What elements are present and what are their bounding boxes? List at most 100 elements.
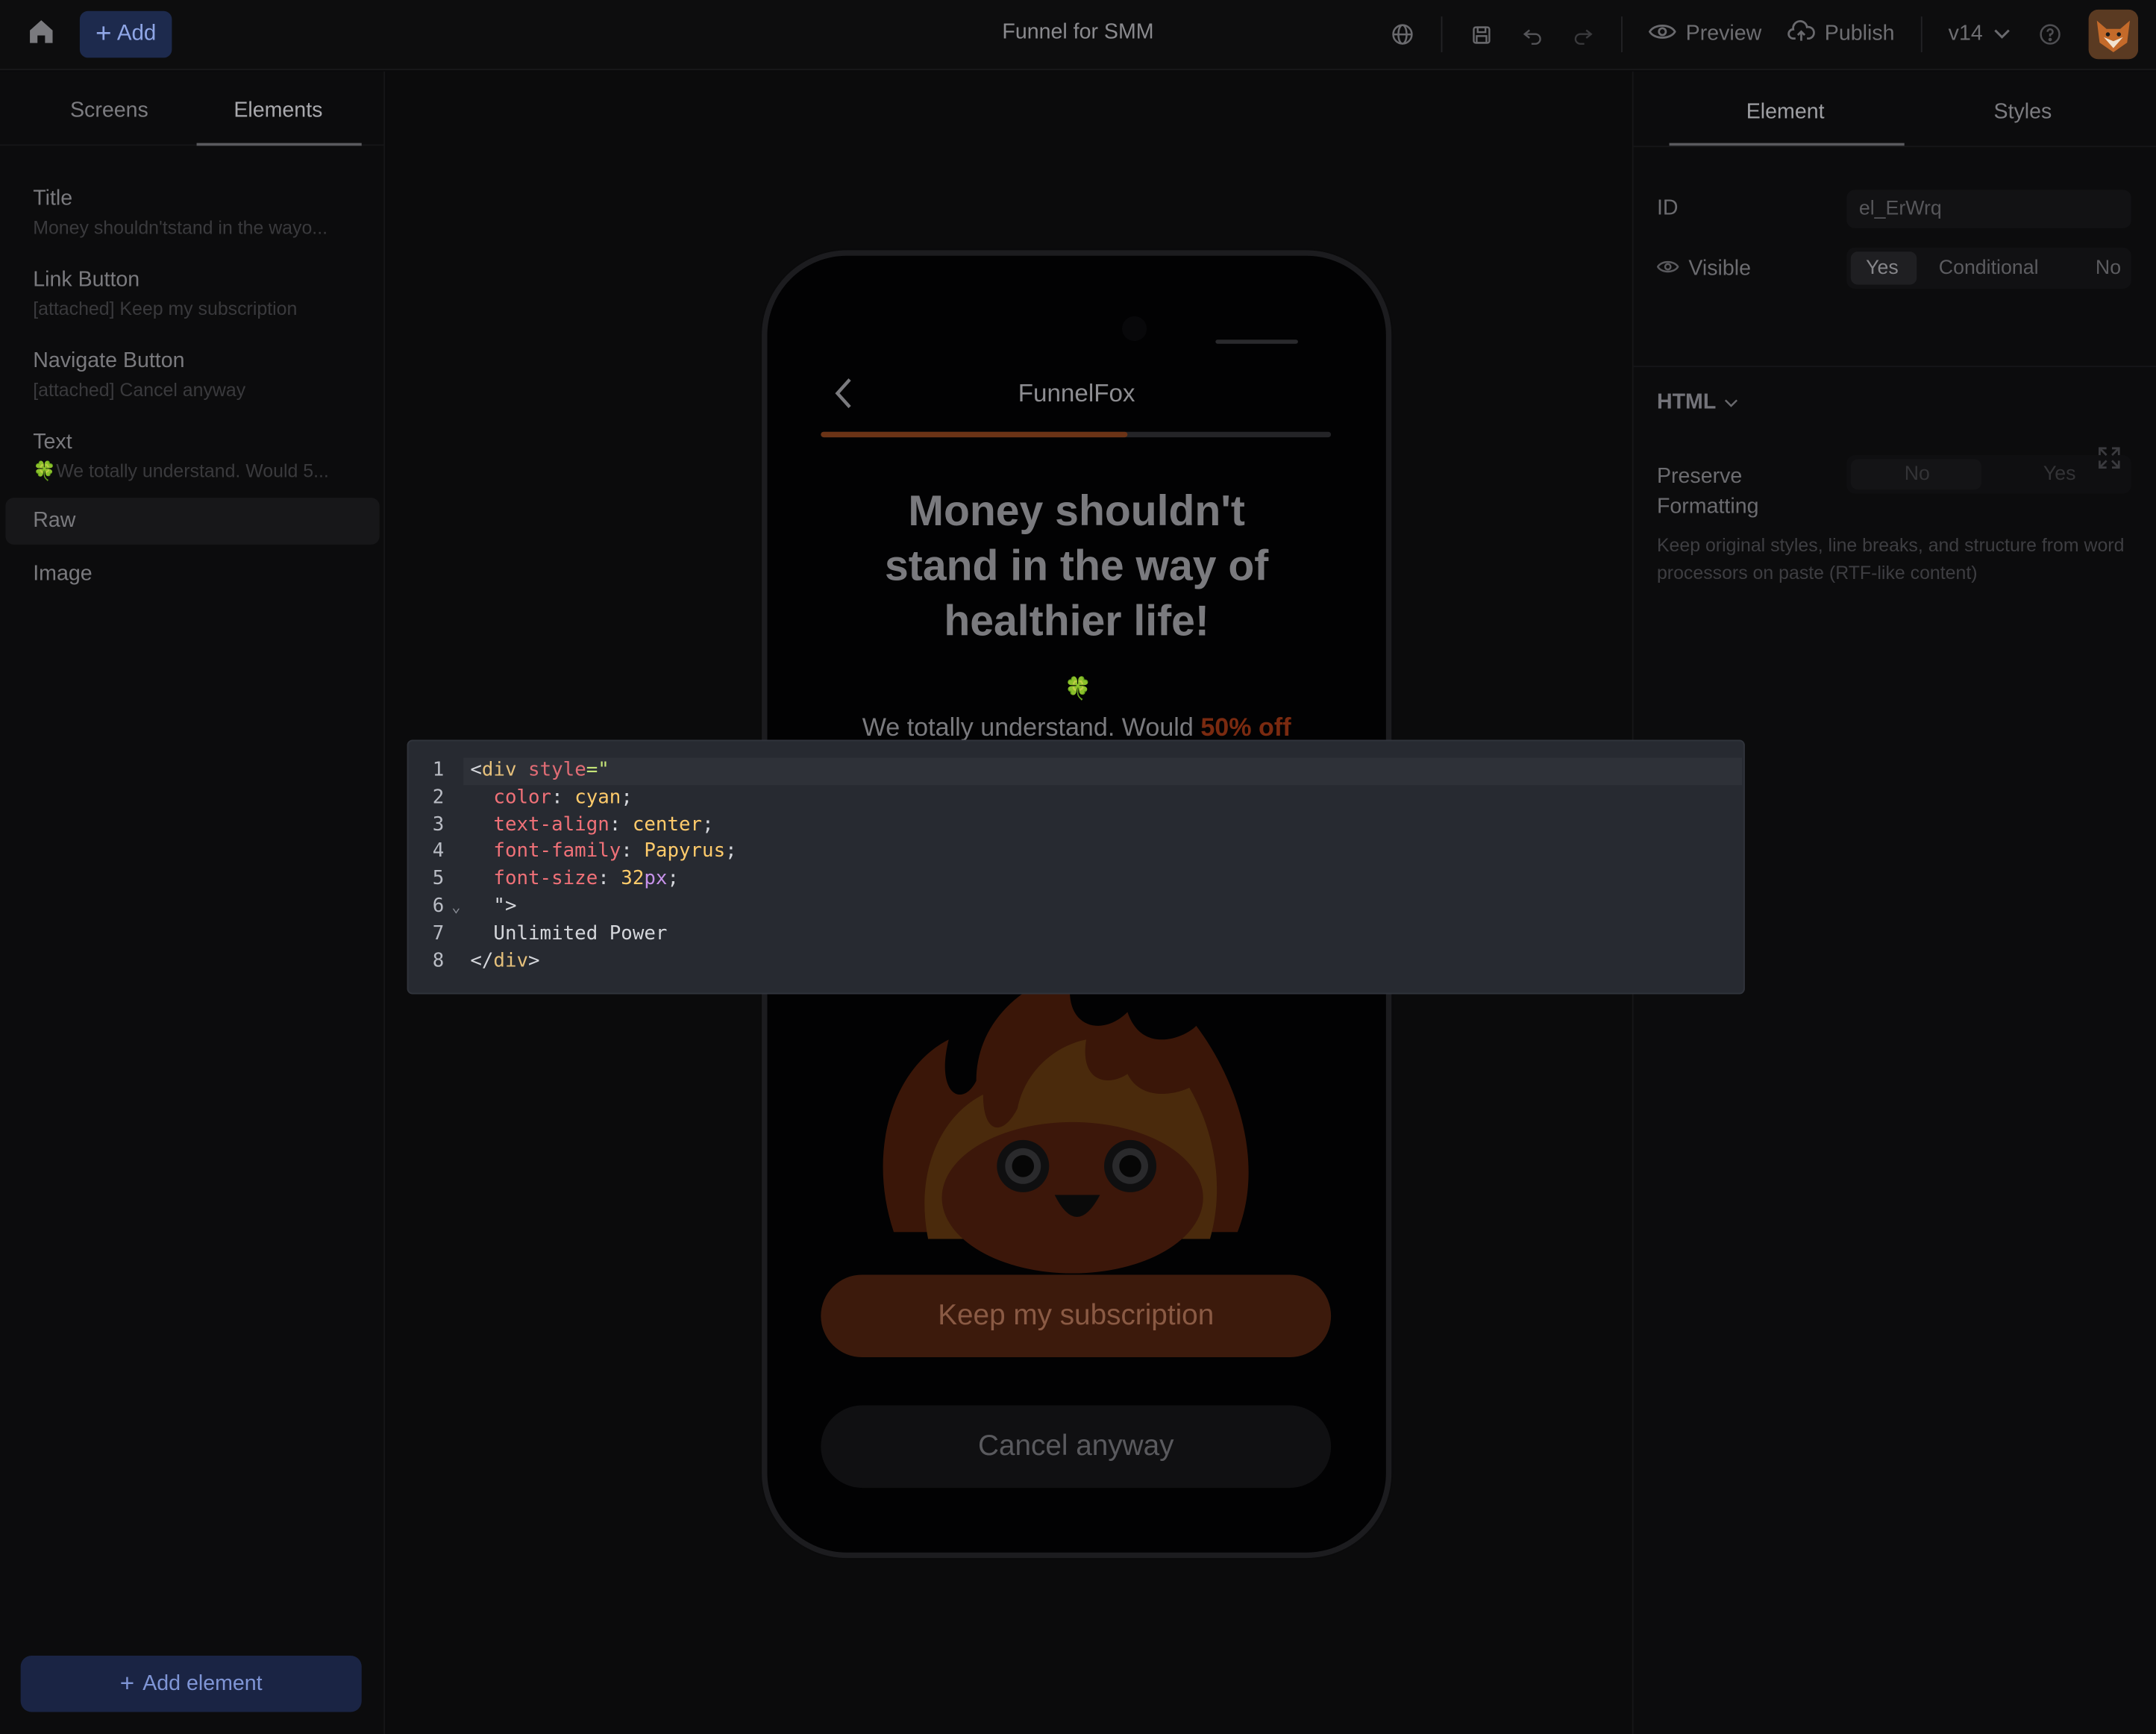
element-name: Image xyxy=(33,562,93,586)
code-token: < xyxy=(470,759,482,781)
home-button[interactable] xyxy=(19,13,63,57)
code-token: div xyxy=(481,759,517,781)
code-token: ; xyxy=(667,868,680,890)
visibility-toggle: Yes Conditional No xyxy=(1846,247,2131,289)
visible-yes-option[interactable]: Yes xyxy=(1866,257,1899,279)
element-item-text[interactable]: Text 🍀We totally understand. Would 5... xyxy=(5,428,379,488)
code-token: </ xyxy=(470,949,494,972)
plus-icon: + xyxy=(95,19,112,50)
line-number: 2 xyxy=(432,786,445,809)
save-icon[interactable] xyxy=(1466,19,1497,50)
line-number-gutter: 1 2 3 4 5 6 ⌄ 7 8 xyxy=(408,757,463,975)
left-tabs: Screens Elements xyxy=(0,72,386,146)
line-number: 5 xyxy=(432,868,445,890)
code-token: center xyxy=(632,813,703,836)
publish-button[interactable]: Publish xyxy=(1787,19,1895,50)
code-line: Unlimited Power xyxy=(470,921,736,948)
preserve-formatting-help: Keep original styles, line breaks, and s… xyxy=(1656,534,2125,583)
add-button[interactable]: + Add xyxy=(79,10,172,58)
code-token: : xyxy=(598,868,621,890)
visible-label: Visible xyxy=(1688,257,1751,281)
preview-label: Preview xyxy=(1685,22,1762,46)
chevron-down-icon xyxy=(1994,22,2011,46)
undo-icon[interactable] xyxy=(1517,19,1547,50)
eye-icon xyxy=(1648,20,1676,49)
code-token: ; xyxy=(702,813,714,836)
preserve-label-line2: Formatting xyxy=(1656,495,1759,519)
code-line: </div> xyxy=(470,948,736,975)
add-element-button[interactable]: + Add element xyxy=(20,1655,362,1712)
element-preview: [attached] Keep my subscription xyxy=(33,298,298,319)
progress-fill xyxy=(821,431,1127,438)
preserve-label-line1: Preserve xyxy=(1656,464,1743,489)
home-icon xyxy=(26,16,57,53)
code-token: : xyxy=(609,813,633,836)
offer-highlight: 50% off xyxy=(1200,712,1291,742)
left-panel: Screens Elements Title Money shouldn'tst… xyxy=(0,71,386,1734)
visible-label-group: Visible xyxy=(1656,257,1751,282)
element-item-link-button[interactable]: Link Button [attached] Keep my subscript… xyxy=(5,266,379,326)
tab-element[interactable]: Element xyxy=(1746,101,1825,125)
code-token: "> xyxy=(493,895,517,918)
preserve-no-option[interactable]: No xyxy=(1905,463,1930,485)
line-number: 7 xyxy=(432,922,445,945)
cancel-anyway-button[interactable]: Cancel anyway xyxy=(821,1405,1332,1489)
code-token: : xyxy=(551,786,575,809)
eye-icon xyxy=(1656,257,1679,282)
element-name: Title xyxy=(33,187,73,210)
add-button-label: Add xyxy=(116,22,157,46)
code-token: Papyrus xyxy=(644,840,726,863)
toolbar-separator xyxy=(1441,16,1443,53)
offer-text-main: We totally understand. Would xyxy=(862,712,1201,742)
element-item-title[interactable]: Title Money shouldn'tstand in the wayo..… xyxy=(5,184,379,245)
code-token: style xyxy=(516,759,586,781)
tab-elements[interactable]: Elements xyxy=(234,99,322,124)
code-line: "> xyxy=(470,894,736,921)
html-section-toggle[interactable]: HTML xyxy=(1657,390,1738,415)
keep-subscription-button[interactable]: Keep my subscription xyxy=(821,1274,1332,1358)
globe-icon[interactable] xyxy=(1388,19,1418,50)
preserve-yes-option[interactable]: Yes xyxy=(2043,463,2076,485)
line-number: 1 xyxy=(432,759,445,781)
tab-screens[interactable]: Screens xyxy=(70,99,148,124)
element-name: Text xyxy=(33,430,72,454)
publish-label: Publish xyxy=(1824,22,1895,46)
preview-button[interactable]: Preview xyxy=(1648,19,1762,50)
code-token: cyan xyxy=(574,786,621,809)
tabs-divider xyxy=(1633,145,2156,148)
code-token: div xyxy=(493,949,529,972)
line-number: 8 xyxy=(432,949,445,972)
help-icon[interactable] xyxy=(2035,19,2066,50)
redo-icon[interactable] xyxy=(1567,19,1598,50)
line-number: 4 xyxy=(432,840,445,863)
element-item-image[interactable]: Image xyxy=(5,560,379,601)
top-bar: + Add Funnel for SMM Preview Publish v14 xyxy=(0,0,2156,70)
code-token: text-align xyxy=(493,813,609,836)
code-editor[interactable]: 1 2 3 4 5 6 ⌄ 7 8 <div style=" color: cya… xyxy=(407,739,1745,995)
id-input[interactable]: el_ErWrq xyxy=(1846,190,2131,228)
preserve-formatting-label: Preserve Formatting xyxy=(1657,462,1759,522)
element-item-navigate-button[interactable]: Navigate Button [attached] Cancel anyway xyxy=(5,346,379,407)
code-token: =" xyxy=(586,759,609,781)
code-content[interactable]: <div style=" color: cyan; text-align: ce… xyxy=(470,757,736,975)
element-name: Link Button xyxy=(33,268,140,292)
fold-chevron-icon[interactable]: ⌄ xyxy=(451,894,460,921)
visible-conditional-option[interactable]: Conditional xyxy=(1939,257,2039,279)
version-select[interactable]: v14 xyxy=(1949,19,2011,50)
line-number: 6 xyxy=(432,895,445,918)
plus-icon: + xyxy=(119,1669,135,1697)
toolbar-separator xyxy=(1621,16,1623,53)
tab-styles[interactable]: Styles xyxy=(1994,101,2052,125)
preserve-formatting-toggle: No Yes xyxy=(1846,455,2131,494)
id-label: ID xyxy=(1656,196,1679,220)
code-line: <div style=" xyxy=(470,757,736,784)
expand-icon[interactable] xyxy=(2097,445,2122,477)
section-divider xyxy=(1633,366,2156,368)
element-name: Navigate Button xyxy=(33,349,185,373)
avatar[interactable] xyxy=(2088,9,2139,60)
element-preview: [attached] Cancel anyway xyxy=(33,379,246,401)
element-item-raw[interactable]: Raw xyxy=(5,498,380,545)
visible-no-option[interactable]: No xyxy=(2096,257,2121,279)
code-token: 32 xyxy=(621,868,645,890)
active-tab-indicator xyxy=(196,143,362,146)
